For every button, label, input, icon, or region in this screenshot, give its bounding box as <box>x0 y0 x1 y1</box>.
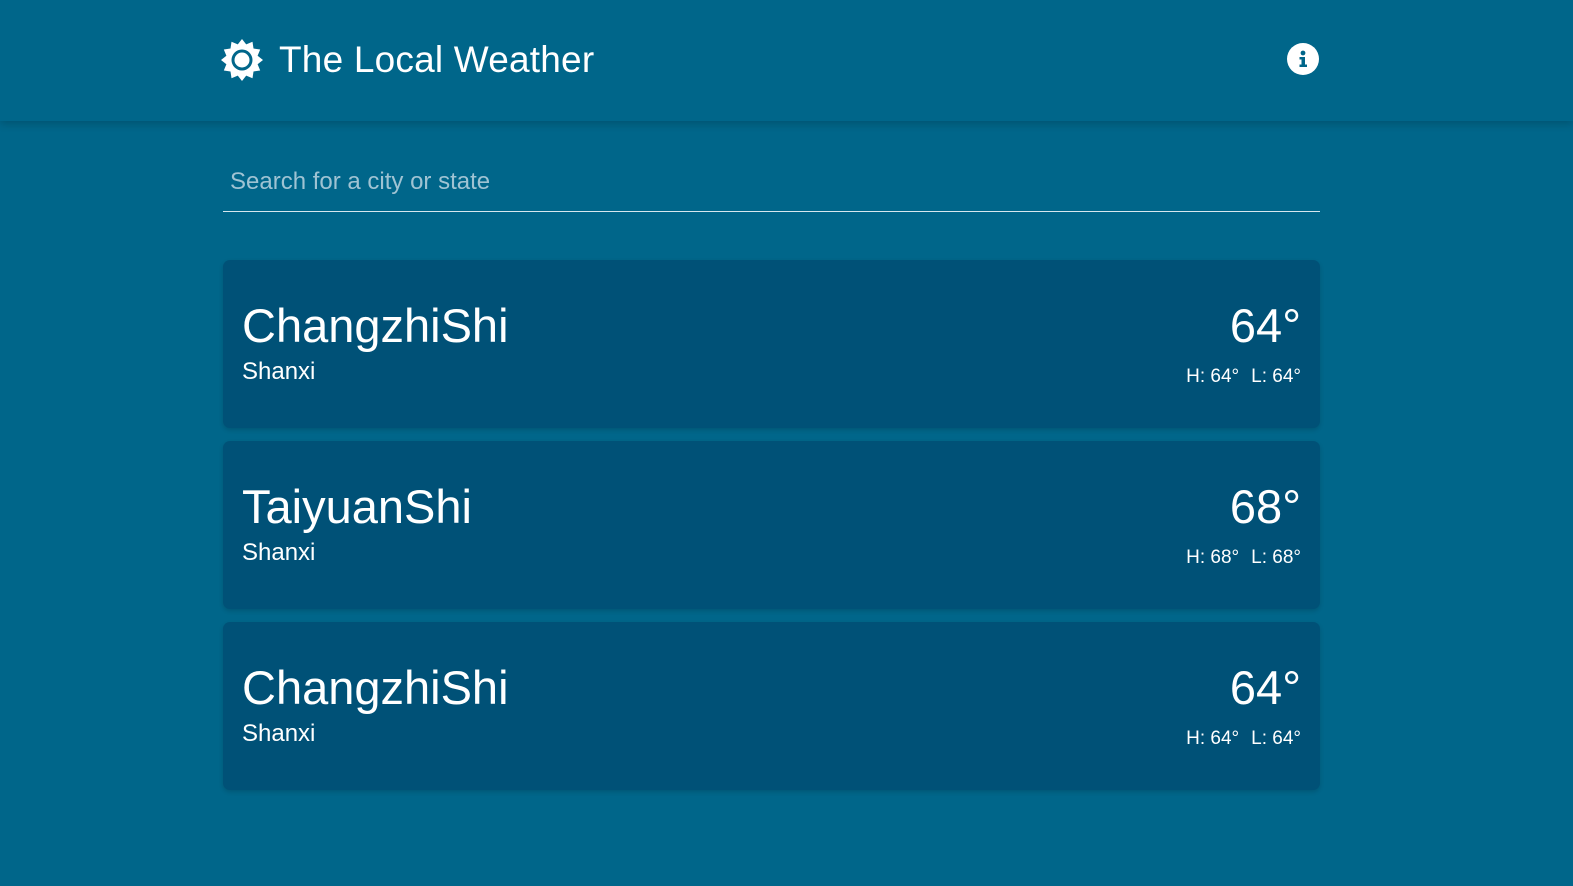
app-title: The Local Weather <box>279 39 595 80</box>
region-name: Shanxi <box>242 358 316 385</box>
region-name: Shanxi <box>242 539 316 566</box>
location-card[interactable]: ChangzhiShi Shanxi 64° H: 64° L: 64° <box>223 622 1320 790</box>
location-card[interactable]: TaiyuanShi Shanxi 68° H: 68° L: 68° <box>223 441 1320 609</box>
app-header: The Local Weather <box>0 0 1573 121</box>
current-temperature: 68° <box>1229 480 1301 533</box>
sun-icon <box>221 39 263 81</box>
high-temperature: H: 68° <box>1186 547 1240 568</box>
brand: The Local Weather <box>221 38 594 82</box>
high-low-temperature: H: 68° L: 68° <box>1186 547 1301 569</box>
city-name: TaiyuanShi <box>242 480 472 533</box>
search-field <box>223 155 1320 212</box>
high-temperature: H: 64° <box>1186 728 1240 749</box>
info-icon <box>1296 50 1310 68</box>
low-temperature: L: 64° <box>1251 366 1301 387</box>
low-temperature: L: 68° <box>1251 547 1301 568</box>
current-temperature: 64° <box>1229 661 1301 714</box>
city-name: ChangzhiShi <box>242 661 509 714</box>
high-low-temperature: H: 64° L: 64° <box>1186 728 1301 750</box>
region-name: Shanxi <box>242 720 316 747</box>
current-temperature: 64° <box>1229 299 1301 352</box>
info-button[interactable] <box>1287 43 1319 75</box>
low-temperature: L: 64° <box>1251 728 1301 749</box>
high-temperature: H: 64° <box>1186 366 1240 387</box>
high-low-temperature: H: 64° L: 64° <box>1186 366 1301 388</box>
city-name: ChangzhiShi <box>242 299 509 352</box>
search-input[interactable] <box>223 155 1320 209</box>
location-card[interactable]: ChangzhiShi Shanxi 64° H: 64° L: 64° <box>223 260 1320 428</box>
